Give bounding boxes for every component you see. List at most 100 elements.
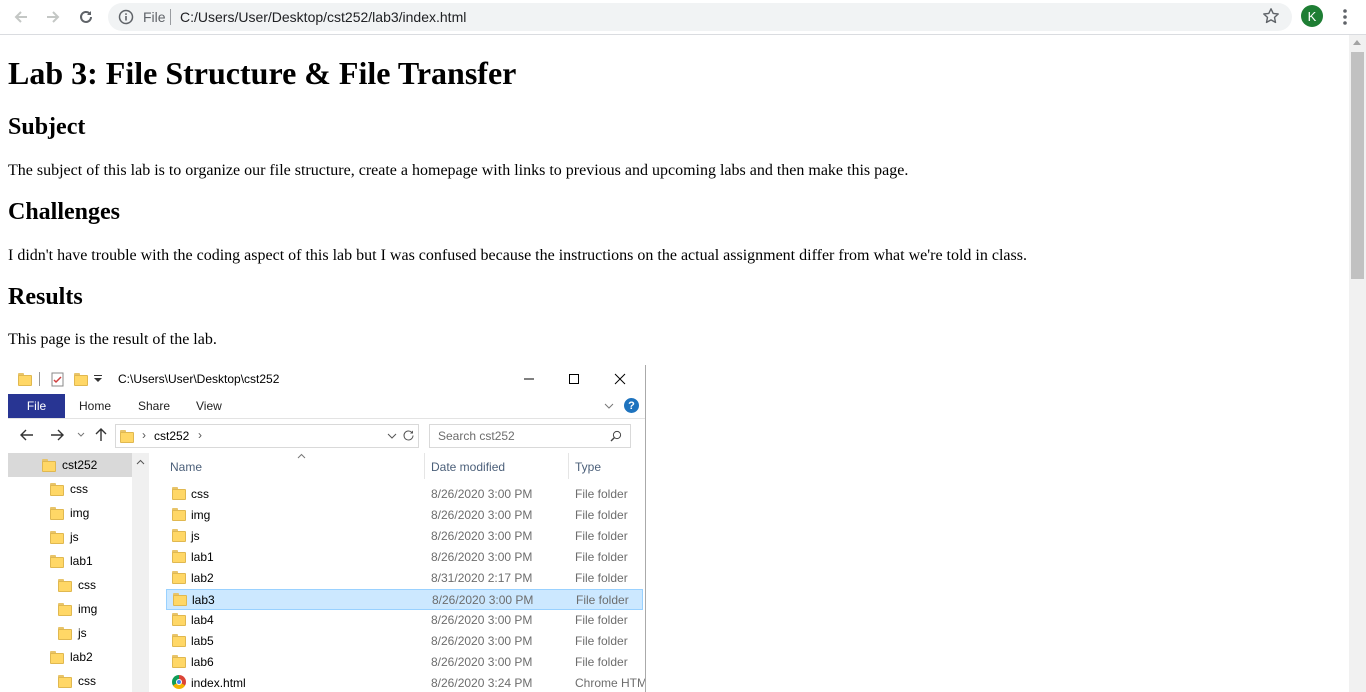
nav-item-label: lab2	[70, 650, 93, 664]
browser-toolbar: File C:/Users/User/Desktop/cst252/lab3/i…	[0, 0, 1366, 35]
file-type: File folder	[575, 634, 628, 648]
explorer-address-bar: › cst252 ›	[115, 424, 419, 448]
back-button[interactable]	[9, 5, 33, 29]
ribbon-tab-share: Share	[138, 399, 171, 413]
file-row: lab6 8/26/2020 3:00 PM File folder	[166, 652, 643, 673]
breadcrumb-separator-icon: ›	[198, 428, 202, 442]
properties-icon	[51, 372, 64, 387]
more-menu-icon[interactable]	[1338, 7, 1352, 27]
folder-icon	[50, 650, 64, 664]
folder-icon	[42, 458, 56, 472]
explorer-search-box: Search cst252	[429, 424, 631, 448]
explorer-titlebar: C:\Users\User\Desktop\cst252	[8, 365, 645, 393]
file-name: lab6	[191, 655, 214, 669]
nav-item-label: js	[78, 626, 87, 640]
file-row: lab4 8/26/2020 3:00 PM File folder	[166, 610, 643, 631]
file-type: File folder	[575, 508, 628, 522]
search-icon	[610, 430, 622, 442]
arrow-right-icon	[51, 429, 64, 441]
folder-icon	[58, 674, 72, 688]
close-button	[609, 369, 631, 389]
chrome-icon	[172, 675, 186, 689]
file-name: img	[191, 508, 211, 522]
file-type: File folder	[575, 529, 628, 543]
folder-icon	[50, 506, 64, 520]
avatar[interactable]: K	[1301, 5, 1323, 27]
chevron-down-icon	[387, 433, 397, 439]
page-scrollbar[interactable]	[1349, 35, 1366, 692]
nav-item-lab1: lab1	[50, 549, 93, 573]
address-bar[interactable]: File C:/Users/User/Desktop/cst252/lab3/i…	[108, 3, 1292, 31]
customize-dropdown-icon	[94, 375, 102, 382]
close-icon	[614, 373, 626, 385]
file-date: 8/26/2020 3:00 PM	[431, 529, 533, 543]
file-list-header: Name Date modified Type	[166, 453, 645, 479]
arrow-right-icon	[47, 11, 60, 23]
breadcrumb-separator-icon: ›	[142, 428, 146, 442]
forward-button[interactable]	[41, 5, 65, 29]
chevron-down-icon	[604, 403, 614, 409]
arrow-left-icon	[20, 429, 33, 441]
scroll-up-arrow-icon[interactable]	[1353, 40, 1361, 45]
file-date: 8/26/2020 3:00 PM	[431, 550, 533, 564]
explorer-title-path: C:\Users\User\Desktop\cst252	[118, 372, 280, 386]
file-type: File folder	[575, 655, 628, 669]
folder-icon	[172, 486, 186, 500]
ribbon-tab-view: View	[196, 399, 222, 413]
reload-button[interactable]	[74, 5, 98, 29]
divider	[170, 9, 171, 25]
minimize-icon	[524, 378, 534, 380]
nav-item-label: lab1	[70, 554, 93, 568]
folder-icon	[58, 578, 72, 592]
column-divider	[424, 453, 425, 479]
info-icon[interactable]	[118, 9, 134, 25]
file-row: img 8/26/2020 3:00 PM File folder	[166, 505, 643, 526]
maximize-button	[563, 369, 585, 389]
file-date: 8/26/2020 3:00 PM	[431, 634, 533, 648]
nav-item-label: cst252	[62, 458, 98, 472]
file-date: 8/26/2020 3:00 PM	[432, 593, 534, 607]
section-text-results: This page is the result of the lab.	[8, 331, 217, 348]
folder-icon	[172, 612, 186, 626]
nav-item-lab1-img: img	[58, 597, 97, 621]
ribbon-tab-file: File	[8, 394, 65, 418]
folder-icon	[172, 528, 186, 542]
new-folder-icon	[74, 372, 88, 386]
explorer-address-row: › cst252 › Search cst252	[8, 421, 645, 451]
nav-item-lab1-js: js	[58, 621, 87, 645]
nav-item-img: img	[50, 501, 89, 525]
star-icon[interactable]	[1262, 7, 1280, 25]
sort-ascending-icon	[297, 453, 306, 459]
scrollbar-thumb[interactable]	[1351, 52, 1364, 279]
folder-icon	[172, 654, 186, 668]
file-date: 8/31/2020 2:17 PM	[431, 571, 533, 585]
file-type: File folder	[575, 613, 628, 627]
file-type: Chrome HTML	[575, 676, 646, 690]
nav-pane-scrollbar	[132, 453, 149, 692]
file-row: js 8/26/2020 3:00 PM File folder	[166, 526, 643, 547]
file-type: File folder	[575, 550, 628, 564]
nav-item-cst252: cst252	[8, 453, 132, 477]
file-name: index.html	[191, 676, 246, 690]
scheme-label: File	[143, 9, 166, 25]
folder-icon	[172, 507, 186, 521]
minimize-button	[518, 369, 540, 389]
explorer-file-list: Name Date modified Type css 8/26/2020 3:…	[166, 453, 645, 692]
file-name: lab4	[191, 613, 214, 627]
file-row: index.html 8/26/2020 3:24 PM Chrome HTML	[166, 673, 646, 692]
file-name: lab3	[192, 593, 215, 607]
file-date: 8/26/2020 3:00 PM	[431, 613, 533, 627]
url-text[interactable]: C:/Users/User/Desktop/cst252/lab3/index.…	[180, 9, 466, 25]
file-type: File folder	[575, 487, 628, 501]
column-header-name: Name	[170, 460, 203, 474]
folder-icon	[18, 372, 32, 386]
file-name: lab5	[191, 634, 214, 648]
file-type: File folder	[576, 593, 629, 607]
column-header-date: Date modified	[431, 460, 506, 474]
folder-icon	[50, 530, 64, 544]
file-date: 8/26/2020 3:24 PM	[431, 676, 533, 690]
folder-icon	[172, 570, 186, 584]
file-date: 8/26/2020 3:00 PM	[431, 487, 533, 501]
up-arrow-icon	[95, 428, 107, 441]
explorer-nav-pane: cst252 css img js lab1 css img js lab2 c…	[8, 453, 150, 692]
